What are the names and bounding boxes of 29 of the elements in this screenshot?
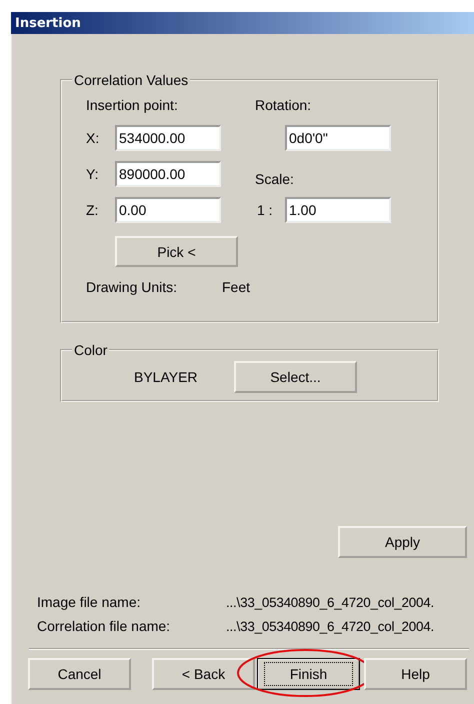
pick-button[interactable]: Pick < xyxy=(115,236,238,267)
select-button[interactable]: Select... xyxy=(234,361,357,393)
group-title: Correlation Values xyxy=(73,73,190,87)
coordinate-label: X: xyxy=(86,130,100,146)
dialog-button[interactable]: Finish xyxy=(257,658,360,690)
rotation-field[interactable]: 0d0'0" xyxy=(285,125,391,151)
scale-label: Scale: xyxy=(255,171,294,187)
dialog-button[interactable]: Cancel xyxy=(28,658,131,690)
drawing-units-label: Drawing Units: xyxy=(86,279,178,295)
scale-prefix: 1 : xyxy=(257,202,274,218)
drawing-units-value: Feet xyxy=(222,279,250,295)
rotation-label: Rotation: xyxy=(255,97,312,113)
file-label: Image file name: xyxy=(37,594,142,610)
coordinate-field[interactable]: 0.00 xyxy=(115,197,221,223)
dialog-button[interactable]: < Back xyxy=(152,658,255,690)
file-path: ...\33_05340890_6_4720_col_2004. xyxy=(226,618,434,634)
coordinate-field[interactable]: 890000.00 xyxy=(115,161,221,187)
coordinate-label: Z: xyxy=(86,202,100,218)
file-path: ...\33_05340890_6_4720_col_2004. xyxy=(226,594,434,610)
scale-field[interactable]: 1.00 xyxy=(285,197,391,223)
window-title: Insertion xyxy=(15,16,81,30)
file-label: Correlation file name: xyxy=(37,618,172,634)
color-value: BYLAYER xyxy=(134,369,199,385)
coordinate-field[interactable]: 534000.00 xyxy=(115,125,221,151)
group-title: Color xyxy=(73,343,108,357)
apply-button[interactable]: Apply xyxy=(338,526,467,558)
coordinate-label: Y: xyxy=(86,166,100,182)
dialog-button[interactable]: Help xyxy=(364,658,467,690)
insertion-point-label: Insertion point: xyxy=(86,97,179,113)
